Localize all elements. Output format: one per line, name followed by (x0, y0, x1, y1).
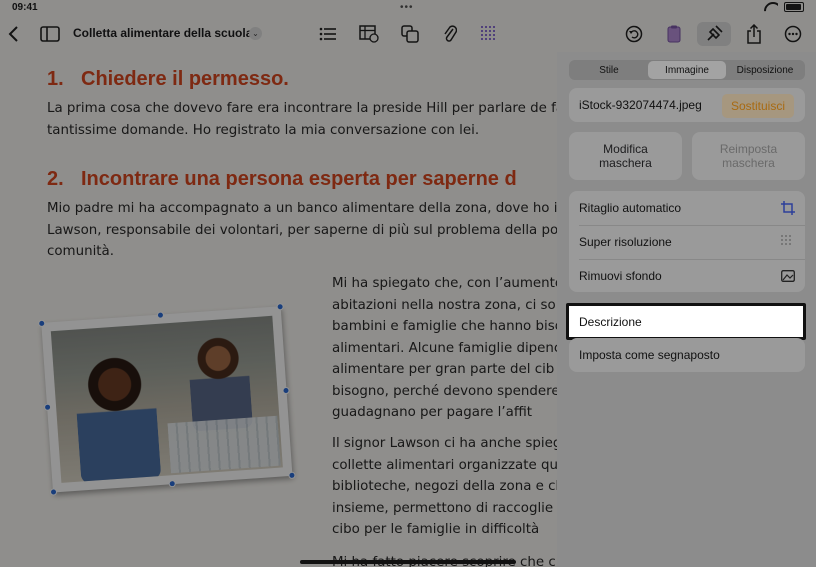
clipboard-icon[interactable] (662, 22, 686, 46)
tab-arrange[interactable]: Disposizione (726, 61, 804, 79)
paragraph-4[interactable]: Il signor Lawson ci ha anche spieg colle… (332, 433, 557, 541)
paragraph-3[interactable]: Mi ha spiegato che, con l’aumento abitaz… (332, 273, 557, 424)
undo-icon[interactable] (622, 22, 646, 46)
list-icon[interactable] (316, 22, 340, 46)
status-bar: 09:41 ••• (0, 0, 816, 16)
paperclip-icon[interactable] (438, 22, 462, 46)
super-resolution-row[interactable]: Super risoluzione (569, 225, 805, 259)
system-indicators (764, 2, 804, 12)
section-heading-1: 1. Chiedere il permesso. (47, 68, 289, 90)
tab-image[interactable]: Immagine (648, 61, 726, 79)
insert-table-icon[interactable] (357, 22, 381, 46)
insert-shape-icon[interactable] (398, 22, 422, 46)
sidebar-icon[interactable] (38, 22, 62, 46)
auto-crop-row[interactable]: Ritaglio automatico (569, 191, 805, 225)
section-heading-2: 2. Incontrare una persona esperta per sap… (47, 168, 517, 190)
chevron-left-icon[interactable] (2, 22, 26, 46)
edit-mask-button[interactable]: Modifica maschera (569, 132, 682, 180)
battery-icon (784, 2, 804, 12)
photo-image (50, 315, 283, 483)
more-icon[interactable] (781, 22, 805, 46)
resize-handle[interactable] (276, 302, 284, 311)
document-title[interactable]: Colletta alimentare della scuola (73, 26, 252, 40)
selected-photo[interactable] (37, 302, 303, 497)
format-brush-icon[interactable] (697, 22, 731, 46)
remove-background-icon (781, 269, 795, 283)
crop-icon (781, 201, 795, 215)
inspector-tabs: Stile Immagine Disposizione (569, 60, 805, 80)
share-icon[interactable] (742, 22, 766, 46)
set-as-placeholder-row[interactable]: Imposta come segnaposto (569, 338, 805, 372)
toolbar: Colletta alimentare della scuola ⌄ (0, 16, 816, 52)
super-resolution-icon (781, 235, 795, 249)
tab-style[interactable]: Stile (570, 61, 648, 79)
grid-icon[interactable] (477, 22, 501, 46)
remove-background-row[interactable]: Rimuovi sfondo (569, 259, 805, 293)
reset-mask-button[interactable]: Reimposta maschera (692, 132, 805, 180)
format-inspector: Stile Immagine Disposizione iStock-93207… (557, 52, 816, 567)
home-indicator[interactable] (300, 560, 516, 564)
wifi-icon (764, 2, 778, 12)
paragraph-1[interactable]: La prima cosa che dovevo fare era incont… (47, 98, 557, 141)
resize-handle[interactable] (282, 386, 290, 395)
document-canvas[interactable]: 1. Chiedere il permesso. La prima cosa ch… (0, 52, 557, 567)
paragraph-2[interactable]: Mio padre mi ha accompagnato a un banco … (47, 198, 557, 263)
description-row[interactable]: Descrizione (566, 303, 806, 340)
resize-handle[interactable] (168, 479, 176, 488)
resize-handle[interactable] (49, 488, 58, 496)
resize-handle[interactable] (288, 471, 296, 480)
image-file-name: iStock-932074474.jpeg (579, 98, 702, 112)
multitasking-dots[interactable]: ••• (400, 2, 414, 13)
status-time: 09:41 (12, 2, 38, 13)
title-chevron-icon[interactable]: ⌄ (249, 27, 262, 40)
replace-image-button[interactable]: Sostituisci (722, 94, 794, 118)
photo-frame (41, 306, 293, 493)
